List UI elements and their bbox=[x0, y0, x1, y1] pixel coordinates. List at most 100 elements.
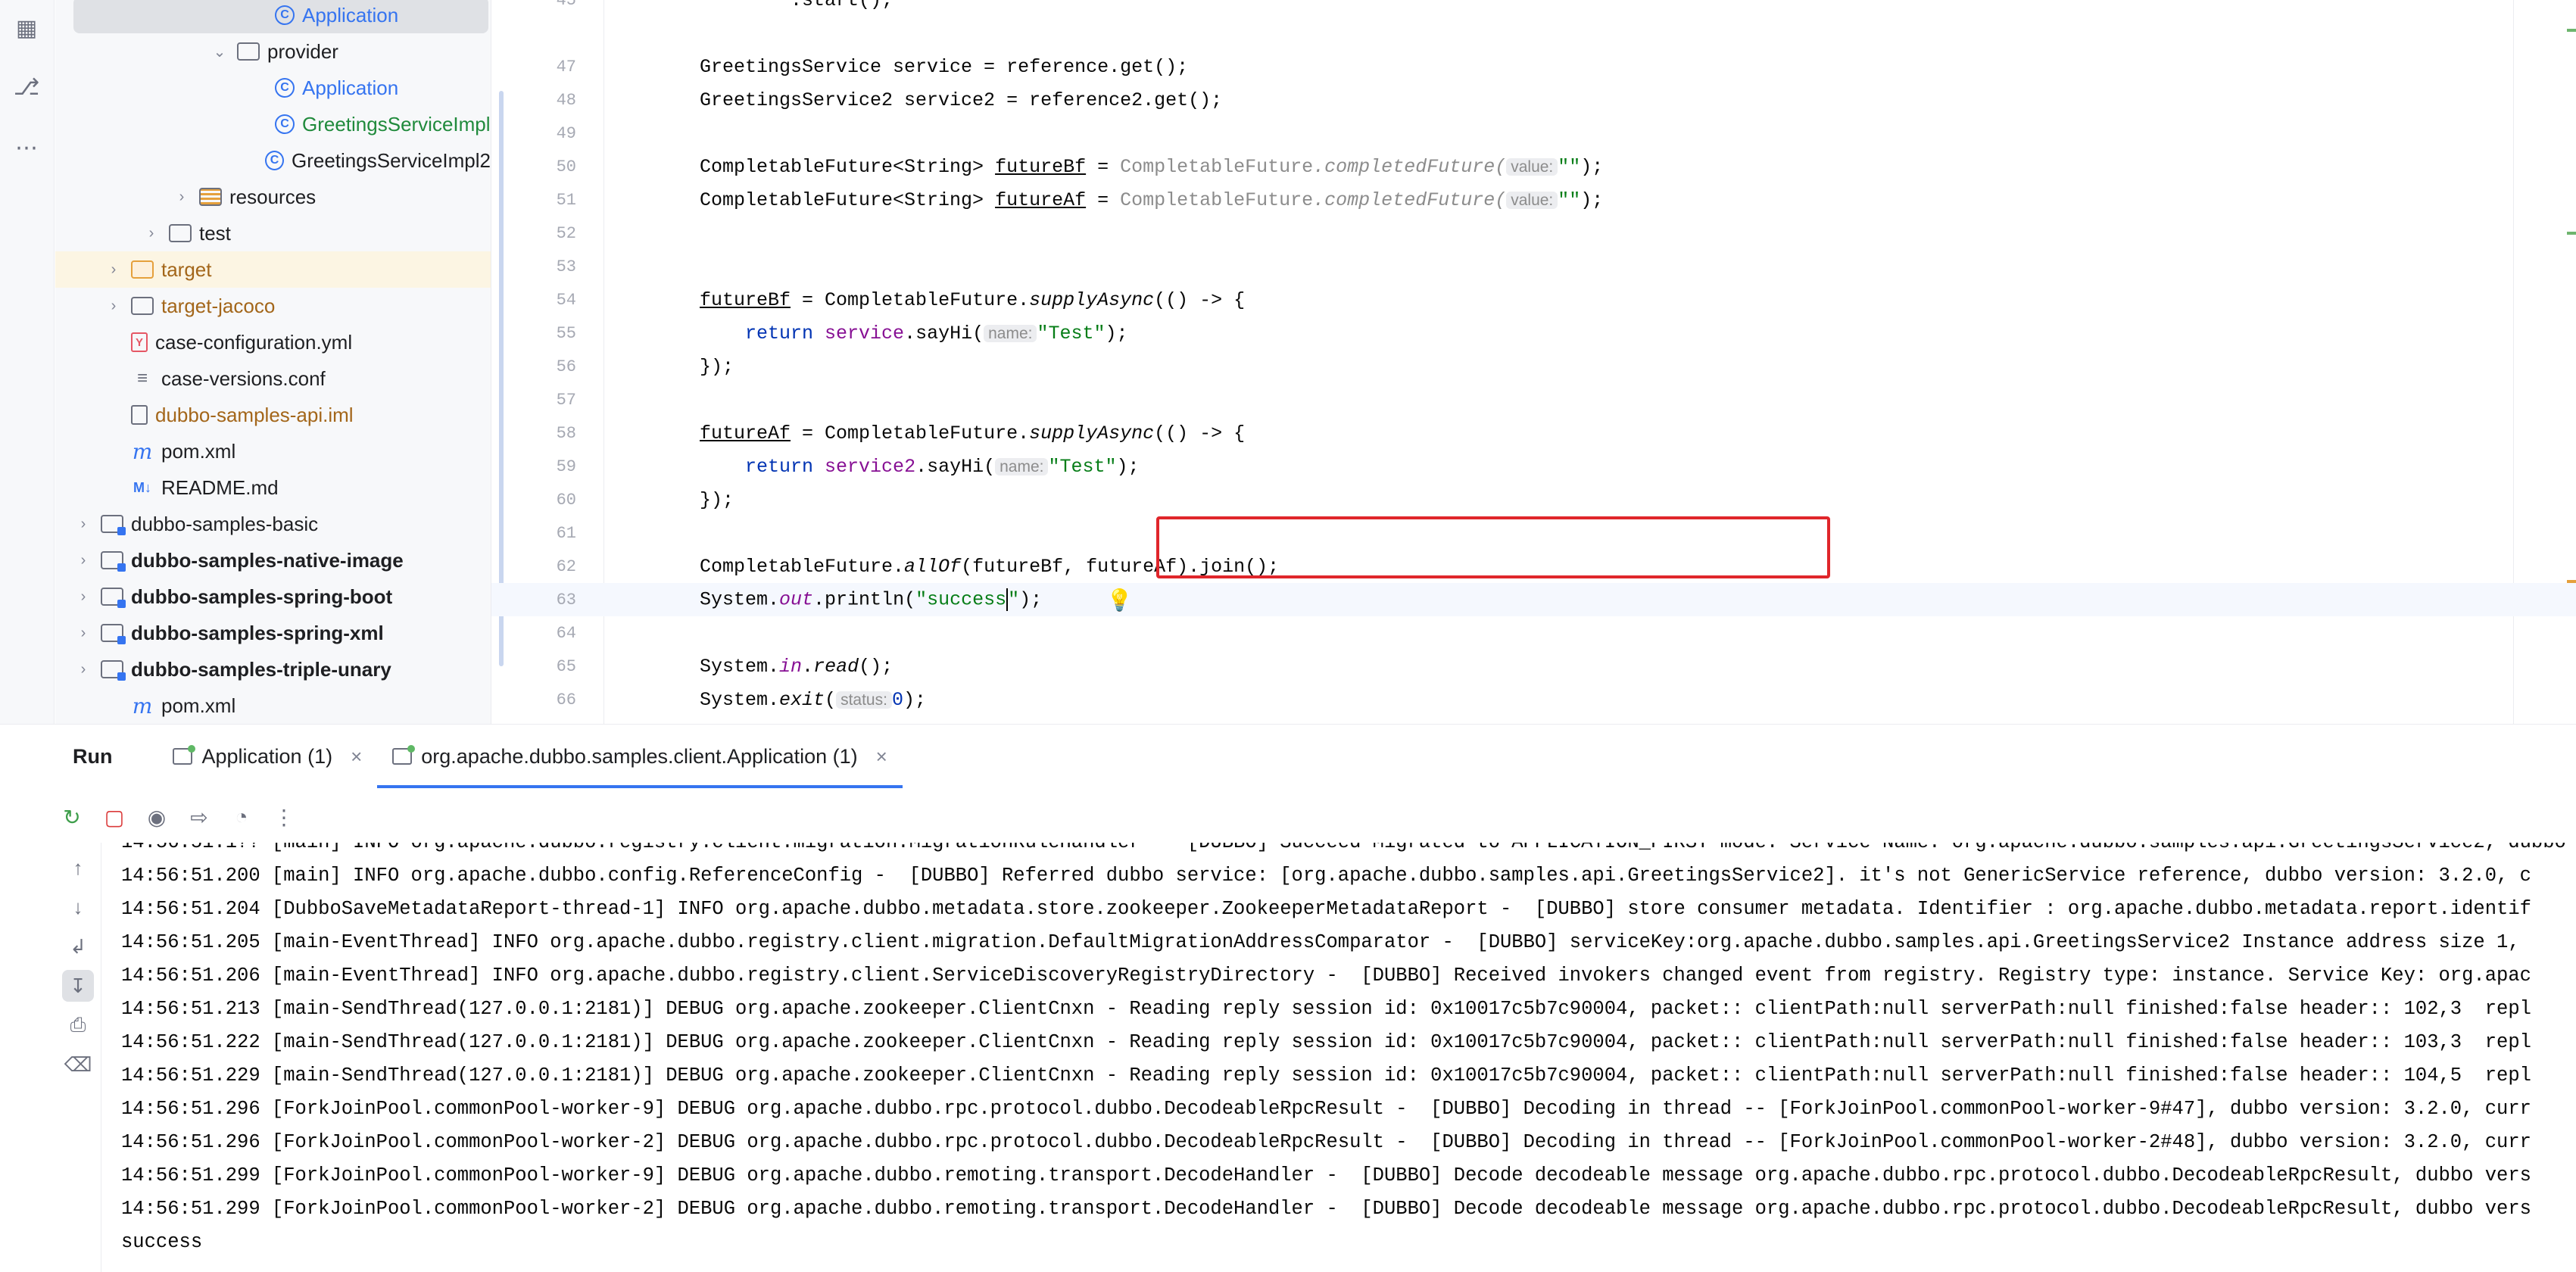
run-tab-label: org.apache.dubbo.samples.client.Applicat… bbox=[421, 744, 858, 768]
close-icon[interactable]: × bbox=[351, 745, 362, 768]
exit-icon[interactable]: ⇨ bbox=[182, 800, 217, 834]
maven-icon: m bbox=[132, 438, 153, 464]
run-config-icon bbox=[173, 745, 196, 765]
chevron-right-icon[interactable]: › bbox=[73, 625, 93, 642]
trash-icon[interactable]: ⌫ bbox=[62, 1049, 94, 1080]
console-line: 14:56:51.205 [main-EventThread] INFO org… bbox=[121, 931, 2531, 953]
stop-icon[interactable]: ▢ bbox=[97, 800, 132, 834]
line-number: 54 bbox=[556, 290, 576, 310]
code-line[interactable]: 59 return service2.sayHi(name: "Test"); bbox=[491, 450, 2576, 483]
code-line[interactable]: 55 return service.sayHi(name: "Test"); bbox=[491, 316, 2576, 350]
module-folder-icon bbox=[101, 660, 126, 681]
code-line[interactable]: 65 System.in.read(); bbox=[491, 650, 2576, 683]
chevron-right-icon[interactable]: › bbox=[104, 261, 123, 279]
tree-item[interactable]: › dubbo-samples-spring-boot bbox=[55, 578, 491, 615]
tree-item[interactable]: › resources bbox=[55, 179, 491, 215]
code-line[interactable]: 62 CompletableFuture.allOf(futureBf, futu… bbox=[491, 550, 2576, 583]
code-line[interactable]: 45 .start(); bbox=[491, 0, 2576, 17]
console-line: 14:56:51.296 [ForkJoinPool.commonPool-wo… bbox=[121, 1098, 2531, 1120]
chevron-right-icon[interactable]: › bbox=[142, 225, 161, 242]
profiler-icon[interactable]: ◔ bbox=[224, 800, 259, 834]
chevron-right-icon[interactable]: › bbox=[104, 298, 123, 315]
tree-item[interactable]: ≡ case-versions.conf bbox=[55, 360, 491, 397]
tree-item-label: resources bbox=[229, 185, 317, 208]
chevron-right-icon[interactable]: › bbox=[172, 189, 192, 206]
console-line: success bbox=[121, 1231, 203, 1253]
tree-item[interactable]: m pom.xml bbox=[55, 433, 491, 469]
more-icon[interactable]: ⋯ bbox=[9, 130, 44, 165]
module-folder-icon bbox=[101, 624, 126, 644]
tree-item-label: provider bbox=[267, 39, 338, 63]
chevron-right-icon[interactable]: › bbox=[73, 516, 93, 533]
tree-item-label: test bbox=[199, 221, 231, 245]
tree-item[interactable]: › dubbo-samples-basic bbox=[55, 506, 491, 542]
tree-item[interactable]: › target-jacoco bbox=[55, 288, 491, 324]
code-line[interactable]: 53 bbox=[491, 250, 2576, 283]
git-icon[interactable]: ⎇ bbox=[9, 70, 44, 104]
code-text: System.out.println("success"); bbox=[700, 588, 1043, 611]
console-side-toolbar: ↑ ↓ ↲ ↧ ⎙ ⌫ bbox=[55, 843, 101, 1272]
folder-icon bbox=[131, 297, 154, 315]
console-line: 14:56:51.299 [ForkJoinPool.commonPool-wo… bbox=[121, 1198, 2531, 1220]
line-number: 64 bbox=[556, 623, 576, 643]
tree-item[interactable]: Ycase-configuration.yml bbox=[55, 324, 491, 360]
code-line[interactable]: 56}); bbox=[491, 350, 2576, 383]
code-line[interactable]: 64 bbox=[491, 616, 2576, 650]
tree-item[interactable]: C Application bbox=[73, 0, 488, 33]
chevron-right-icon[interactable]: › bbox=[73, 552, 93, 569]
code-text: futureAf = CompletableFuture.supplyAsync… bbox=[700, 422, 1246, 444]
code-line[interactable]: 54 futureBf = CompletableFuture.supplyAsy… bbox=[491, 283, 2576, 316]
tree-item-label: dubbo-samples-spring-xml bbox=[131, 621, 384, 644]
chevron-right-icon[interactable]: › bbox=[73, 588, 93, 606]
code-line[interactable]: 52 bbox=[491, 217, 2576, 250]
chevron-down-icon[interactable]: ⌄ bbox=[210, 42, 229, 61]
tree-item-label: GreetingsServiceImpl bbox=[302, 112, 491, 136]
tree-item[interactable]: › test bbox=[55, 215, 491, 251]
print-icon[interactable]: ⎙ bbox=[62, 1009, 94, 1041]
tree-item[interactable]: C Application bbox=[55, 70, 491, 106]
tree-item[interactable]: › dubbo-samples-native-image bbox=[55, 542, 491, 578]
code-editor[interactable]: 45 .start(); 47 GreetingsService service =… bbox=[491, 0, 2576, 724]
tree-item[interactable]: › target bbox=[55, 251, 491, 288]
scroll-to-end-icon[interactable]: ↧ bbox=[62, 970, 94, 1002]
more-vertical-icon[interactable]: ⋮ bbox=[267, 800, 301, 834]
arrow-down-icon[interactable]: ↓ bbox=[62, 891, 94, 923]
code-line[interactable]: 66 System.exit(status: 0); bbox=[491, 683, 2576, 716]
tree-item[interactable]: m pom.xml bbox=[55, 687, 491, 724]
module-folder-icon bbox=[101, 588, 126, 608]
tree-item[interactable]: › dubbo-samples-triple-unary bbox=[55, 651, 491, 687]
project-tree: C Application ⌄ provider C Application C Greeti… bbox=[55, 0, 491, 724]
code-line[interactable]: 48 GreetingsService2 service2 = reference… bbox=[491, 83, 2576, 117]
tree-item[interactable]: ⌄ provider bbox=[55, 33, 491, 70]
code-line[interactable]: 50 CompletableFuture<String> futureBf = C… bbox=[491, 150, 2576, 183]
lightbulb-icon[interactable]: 💡 bbox=[1106, 588, 1133, 613]
code-line[interactable]: 49 bbox=[491, 117, 2576, 150]
code-line[interactable]: 51 CompletableFuture<String> futureAf = C… bbox=[491, 183, 2576, 217]
tree-item[interactable]: C GreetingsServiceImpl2 bbox=[55, 142, 491, 179]
code-text: CompletableFuture<String> futureBf = Com… bbox=[700, 155, 1604, 178]
soft-wrap-icon[interactable]: ↲ bbox=[62, 931, 94, 962]
console-output[interactable]: 14:56:51.1?? [main] INFO org.apache.dubb… bbox=[121, 843, 2576, 1272]
structure-icon[interactable]: ▦ bbox=[9, 11, 44, 45]
line-number: 65 bbox=[556, 656, 576, 676]
code-line[interactable]: 58 futureAf = CompletableFuture.supplyAsy… bbox=[491, 416, 2576, 450]
chevron-right-icon[interactable]: › bbox=[73, 661, 93, 678]
line-number: 52 bbox=[556, 223, 576, 243]
camera-icon[interactable]: ◉ bbox=[139, 800, 174, 834]
tree-item[interactable]: C GreetingsServiceImpl bbox=[55, 106, 491, 142]
arrow-up-icon[interactable]: ↑ bbox=[62, 852, 94, 884]
code-line[interactable]: 61 bbox=[491, 516, 2576, 550]
code-line[interactable]: 57 bbox=[491, 383, 2576, 416]
code-line[interactable]: 47 GreetingsService service = reference.g… bbox=[491, 50, 2576, 83]
close-icon[interactable]: × bbox=[876, 745, 887, 768]
rerun-icon[interactable]: ↻ bbox=[55, 800, 89, 834]
tree-item[interactable]: › dubbo-samples-spring-xml bbox=[55, 615, 491, 651]
tree-item[interactable]: M↓ README.md bbox=[55, 469, 491, 506]
tree-item[interactable]: dubbo-samples-api.iml bbox=[55, 397, 491, 433]
run-tab-client-application[interactable]: org.apache.dubbo.samples.client.Applicat… bbox=[377, 725, 903, 788]
run-tab-application[interactable]: Application (1) × bbox=[157, 725, 377, 788]
line-number: 59 bbox=[556, 457, 576, 476]
change-marker bbox=[2567, 232, 2576, 235]
code-line[interactable]: 60}); bbox=[491, 483, 2576, 516]
code-line[interactable]: 63 System.out.println("success"); bbox=[491, 583, 2576, 616]
